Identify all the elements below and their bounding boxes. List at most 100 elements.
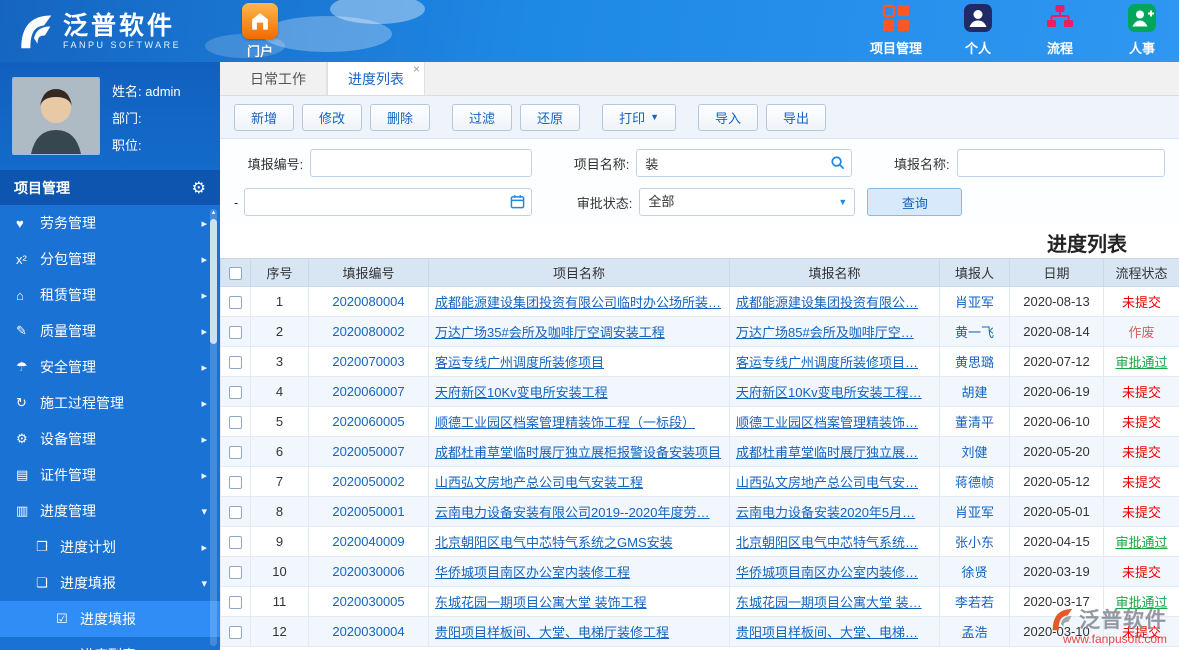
sidebar-menu-item[interactable]: ⚙ 设备管理 ▸ [0,421,220,457]
report-no-link[interactable]: 2020030004 [332,624,404,639]
reporter-link[interactable]: 肖亚军 [955,505,994,520]
restore-button[interactable]: 还原 [520,103,581,131]
reporter-link[interactable]: 胡建 [961,385,987,400]
report-name-link[interactable]: 天府新区10Kv变电所安装工程… [736,385,922,400]
sidebar-menu-item[interactable]: ☑ 进度填报 [0,601,220,637]
report-no-link[interactable]: 2020040009 [332,534,404,549]
report-no-link[interactable]: 2020080004 [332,294,404,309]
date-input[interactable] [244,188,533,216]
project-name-link[interactable]: 云南电力设备安装有限公司2019--2020年度劳… [435,505,710,520]
reporter-link[interactable]: 蒋德帧 [955,475,994,490]
project-name-link[interactable]: 山西弘文房地产总公司电气安装工程 [435,475,643,490]
report-name-link[interactable]: 客运专线广州调度所装修项目… [736,355,918,370]
sidebar-menu-item[interactable]: ↻ 施工过程管理 ▸ [0,385,220,421]
row-checkbox[interactable] [229,416,242,430]
nav-hr[interactable]: 人事 [1113,4,1171,57]
reporter-link[interactable]: 张小东 [955,535,994,550]
project-name-link[interactable]: 成都能源建设集团投资有限公司临时办公场所装… [435,295,721,310]
report-no-link[interactable]: 2020050007 [332,444,404,459]
project-name-link[interactable]: 华侨城项目南区办公室内装修工程 [435,565,630,580]
row-checkbox[interactable] [229,386,242,400]
sidebar-menu-item[interactable]: x² 分包管理 ▸ [0,241,220,277]
reporter-link[interactable]: 刘健 [961,445,987,460]
query-button[interactable]: 查询 [867,188,963,216]
reporter-link[interactable]: 黄一飞 [955,325,994,340]
sidebar-menu-item[interactable]: ♥ 劳务管理 ▸ [0,205,220,241]
sidebar-scrollbar-thumb[interactable] [210,219,217,344]
row-checkbox[interactable] [229,446,242,460]
report-name-link[interactable]: 顺德工业园区档案管理精装饰… [736,415,918,430]
gear-icon[interactable]: ⚙ [192,178,206,198]
report-name-link[interactable]: 贵阳项目样板间、大堂、电梯… [736,625,918,640]
row-checkbox[interactable] [229,356,242,370]
sidebar-menu-item[interactable]: ✎ 质量管理 ▸ [0,313,220,349]
reporter-link[interactable]: 董清平 [955,415,994,430]
report-name-input[interactable] [956,149,1165,177]
row-checkbox[interactable] [229,296,242,310]
project-name-input[interactable] [636,149,853,177]
sidebar-menu-item[interactable]: ❐ 进度计划 ▸ [0,529,220,565]
sidebar-scrollbar[interactable]: ▴ [210,209,217,646]
row-checkbox[interactable] [229,626,242,640]
sidebar-menu-item[interactable]: ⌂ 租赁管理 ▸ [0,277,220,313]
calendar-icon[interactable] [510,194,525,214]
report-name-link[interactable]: 山西弘文房地产总公司电气安… [736,475,918,490]
project-name-link[interactable]: 天府新区10Kv变电所安装工程 [435,385,608,400]
report-name-link[interactable]: 成都杜甫草堂临时展厅独立展… [736,445,918,460]
report-no-link[interactable]: 2020070003 [332,354,404,369]
reporter-link[interactable]: 李若若 [955,595,994,610]
project-name-link[interactable]: 客运专线广州调度所装修项目 [435,355,604,370]
filter-button[interactable]: 过滤 [452,103,513,131]
report-no-link[interactable]: 2020060005 [332,414,404,429]
report-name-link[interactable]: 云南电力设备安装2020年5月… [736,505,915,520]
report-no-link[interactable]: 2020030005 [332,594,404,609]
sidebar-menu-item[interactable]: ≣ 进度列表 [0,637,220,650]
project-name-link[interactable]: 成都杜甫草堂临时展厅独立展柜报警设备安装项目 [435,445,721,460]
report-no-link[interactable]: 2020080002 [332,324,404,339]
report-no-link[interactable]: 2020050002 [332,474,404,489]
project-name-link[interactable]: 顺德工业园区档案管理精装饰工程（一标段） [435,415,695,430]
tab-progress-list[interactable]: 进度列表 × [327,62,425,95]
project-name-link[interactable]: 北京朝阳区电气中芯特气系统之GMS安装 [435,535,673,550]
row-checkbox[interactable] [229,506,242,520]
row-checkbox[interactable] [229,326,242,340]
sidebar-menu-item[interactable]: ❏ 进度填报 ▾ [0,565,220,601]
portal-nav-item[interactable]: 门户 [228,3,292,60]
select-all-checkbox[interactable] [229,267,242,281]
report-no-input[interactable] [310,149,533,177]
row-checkbox[interactable] [229,476,242,490]
report-name-link[interactable]: 东城花园一期项目公寓大堂 装… [736,595,922,610]
report-no-link[interactable]: 2020050001 [332,504,404,519]
report-no-link[interactable]: 2020030006 [332,564,404,579]
export-button[interactable]: 导出 [766,103,827,131]
project-name-link[interactable]: 贵阳项目样板间、大堂、电梯厅装修工程 [435,625,669,640]
tab-daily-work[interactable]: 日常工作 [230,62,327,95]
row-checkbox[interactable] [229,596,242,610]
report-name-link[interactable]: 华侨城项目南区办公室内装修… [736,565,918,580]
scroll-up-icon[interactable]: ▴ [210,208,217,217]
row-checkbox[interactable] [229,536,242,550]
modify-button[interactable]: 修改 [302,103,363,131]
project-name-link[interactable]: 万达广场35#会所及咖啡厅空调安装工程 [435,325,665,340]
reporter-link[interactable]: 徐贤 [961,565,987,580]
sidebar-menu-item[interactable]: ▥ 进度管理 ▾ [0,493,220,529]
add-button[interactable]: 新增 [234,103,295,131]
reporter-link[interactable]: 黄思璐 [955,355,994,370]
report-no-link[interactable]: 2020060007 [332,384,404,399]
nav-workflow[interactable]: 流程 [1031,4,1089,57]
sidebar-menu-item[interactable]: ☂ 安全管理 ▸ [0,349,220,385]
approval-status-select[interactable]: 全部 ▼ [639,188,856,216]
print-button[interactable]: 打印 ▼ [602,103,677,131]
import-button[interactable]: 导入 [698,103,759,131]
row-checkbox[interactable] [229,566,242,580]
nav-project-management[interactable]: 项目管理 [867,4,925,57]
nav-personal[interactable]: 个人 [949,4,1007,57]
report-name-link[interactable]: 成都能源建设集团投资有限公… [736,295,918,310]
report-name-link[interactable]: 万达广场85#会所及咖啡厅空… [736,325,914,340]
delete-button[interactable]: 删除 [370,103,431,131]
sidebar-menu-item[interactable]: ▤ 证件管理 ▸ [0,457,220,493]
search-icon[interactable] [830,155,845,175]
report-name-link[interactable]: 北京朝阳区电气中芯特气系统… [736,535,918,550]
reporter-link[interactable]: 肖亚军 [955,295,994,310]
tab-close-icon[interactable]: × [413,62,420,76]
